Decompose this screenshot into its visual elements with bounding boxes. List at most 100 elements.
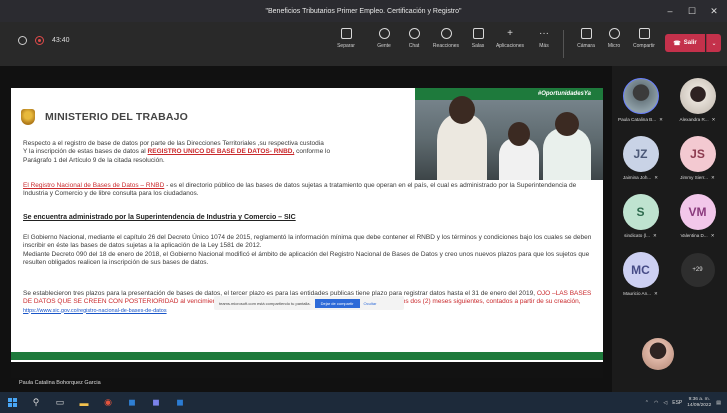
volume-icon[interactable]: ◁ [663, 400, 667, 406]
participant-tile[interactable]: Alexandra R... ✕ [669, 74, 726, 126]
photo-person-head [555, 112, 579, 136]
chat-button[interactable]: Chat [399, 28, 429, 49]
more-button[interactable]: ··· Más [529, 28, 559, 49]
chat-icon [408, 28, 420, 39]
photo-person-head [449, 96, 475, 124]
recording-icon [35, 36, 44, 45]
windows-logo-icon [7, 398, 17, 407]
campaign-photo: #OportunidadesYa [415, 88, 603, 180]
rooms-button[interactable]: Salas [463, 28, 493, 49]
windows-taskbar: ⚲ ▭ ▬ ◉ ◼ ◼ ◼ ⌃ ◠ ◁ ESP 9:36 a. m. 14/09… [0, 392, 727, 413]
avatar: MC [622, 252, 659, 288]
minimize-button[interactable]: – [659, 0, 681, 22]
avatar: JZ [622, 136, 659, 172]
mic-off-icon: ✕ [710, 175, 715, 180]
search-icon[interactable]: ⚲ [24, 392, 48, 413]
participant-tile[interactable]: JZ Jaimina Joh... ✕ [612, 132, 669, 184]
language-indicator[interactable]: ESP [672, 400, 682, 406]
mic-off-icon: ✕ [653, 291, 658, 296]
mic-off-icon: ✕ [659, 117, 663, 122]
mic-button[interactable]: Micro [599, 28, 629, 49]
maximize-button[interactable]: ☐ [681, 0, 703, 22]
photo-person [437, 96, 487, 180]
camera-button[interactable]: Cámara [571, 28, 601, 49]
separate-icon [340, 28, 352, 39]
chrome-icon[interactable]: ◉ [96, 392, 120, 413]
screen-share-notice: teams.microsoft.com está compartiendo tu… [214, 296, 404, 310]
word-icon[interactable]: ◼ [168, 392, 192, 413]
mic-label: Micro [607, 43, 621, 49]
network-icon[interactable]: ◠ [654, 400, 658, 406]
avatar [679, 78, 716, 114]
participant-tile[interactable]: Paula Catalina B... ✕ [612, 74, 669, 126]
separate-label: Separar [337, 43, 355, 49]
mic-icon [608, 28, 620, 39]
more-label: Más [539, 43, 549, 49]
more-participants-tile[interactable]: +29 [669, 248, 726, 300]
mic-off-icon: ✕ [652, 233, 657, 238]
participant-name: Valentina D... [680, 233, 708, 238]
more-participants-count: +29 [680, 253, 715, 287]
participant-label: Jimmy Sierr... ✕ [680, 175, 715, 181]
reactions-button[interactable]: Reacciones [431, 28, 461, 49]
share-icon [638, 28, 650, 39]
clock[interactable]: 9:36 a. m. 14/09/2022 [687, 397, 711, 409]
reactions-label: Reacciones [432, 43, 460, 49]
participant-tile[interactable]: S sindicato (l... ✕ [612, 190, 669, 242]
outlook-icon[interactable]: ◼ [120, 392, 144, 413]
avatar: S [622, 194, 659, 230]
ministry-header: MINISTERIO DEL TRABAJO [21, 109, 188, 125]
people-icon [378, 28, 390, 39]
participant-name: sindicato (l... [624, 233, 650, 238]
participant-tile[interactable]: MC Mauricio An... ✕ [612, 248, 669, 300]
participant-label: Alexandra R... ✕ [680, 117, 716, 123]
rooms-label: Salas [471, 43, 485, 49]
toolbar-divider [563, 30, 564, 58]
participant-label: Paula Catalina B... ✕ [618, 117, 663, 123]
rnbd-highlight: REGISTRO UNICO DE BASE DE DATOS- RNBD, [147, 148, 295, 156]
slide-footer-dark [11, 362, 603, 378]
people-label: Gente [377, 43, 391, 49]
leave-button[interactable]: ☎ Salir [665, 34, 705, 52]
campaign-hashtag: #OportunidadesYa [415, 88, 603, 100]
file-explorer-icon[interactable]: ▬ [72, 392, 96, 413]
participant-tile[interactable]: VM Valentina D... ✕ [669, 190, 726, 242]
participant-label: sindicato (l... ✕ [624, 233, 657, 239]
stop-sharing-button[interactable]: Dejar de compartir [314, 298, 360, 308]
section-heading: Se encuentra administrado por la Superin… [23, 214, 296, 221]
self-view-video[interactable] [642, 338, 674, 370]
start-button[interactable] [0, 392, 24, 413]
hide-notice-button[interactable]: Ocultar [364, 301, 377, 306]
photo-person-head [508, 122, 530, 146]
share-label: Compartir [633, 43, 655, 49]
chevron-up-icon[interactable]: ⌃ [645, 400, 649, 406]
avatar: VM [679, 194, 716, 230]
meeting-status: 43:40 [18, 36, 70, 45]
system-tray: ⌃ ◠ ◁ ESP 9:36 a. m. 14/09/2022 ▤ [645, 392, 721, 413]
participant-tile[interactable]: JS Jimmy Sierr... ✕ [669, 132, 726, 184]
paragraph-line: Respecto a el registro de base de datos … [23, 140, 324, 147]
notification-icon[interactable]: ▤ [716, 400, 721, 406]
meeting-toolbar: 43:40 Separar Gente Chat Reacciones Sala… [0, 22, 727, 66]
title-bar: "Beneficios Tributarios Primer Empleo. C… [0, 0, 727, 22]
paragraph-registry: Respecto a el registro de base de datos … [23, 140, 415, 165]
teams-icon[interactable]: ◼ [144, 392, 168, 413]
ministry-title: MINISTERIO DEL TRABAJO [45, 111, 189, 123]
presentation-slide: MINISTERIO DEL TRABAJO #OportunidadesYa … [11, 88, 603, 378]
close-button[interactable]: ✕ [703, 0, 725, 22]
more-icon: ··· [539, 28, 549, 39]
people-button[interactable]: Gente [369, 28, 399, 49]
separate-button[interactable]: Separar [331, 28, 361, 49]
apps-button[interactable]: + Aplicaciones [495, 28, 525, 49]
task-view-icon[interactable]: ▭ [48, 392, 72, 413]
share-button[interactable]: Compartir [629, 28, 659, 49]
rooms-icon [472, 28, 484, 39]
camera-icon [580, 28, 592, 39]
participant-label: Jaimina Joh... ✕ [623, 175, 658, 181]
presenter-name: Paula Catalina Bohorquez Garcia [19, 380, 101, 386]
leave-options-button[interactable]: ⌄ [706, 34, 721, 52]
share-notice-text: teams.microsoft.com está compartiendo tu… [219, 300, 311, 306]
participant-label: Mauricio An... ✕ [623, 291, 658, 297]
sic-link[interactable]: https://www.sic.gov.co/registro-nacional… [23, 308, 167, 314]
paragraph-line: Y la inscripción de estas bases de datos… [23, 148, 415, 156]
